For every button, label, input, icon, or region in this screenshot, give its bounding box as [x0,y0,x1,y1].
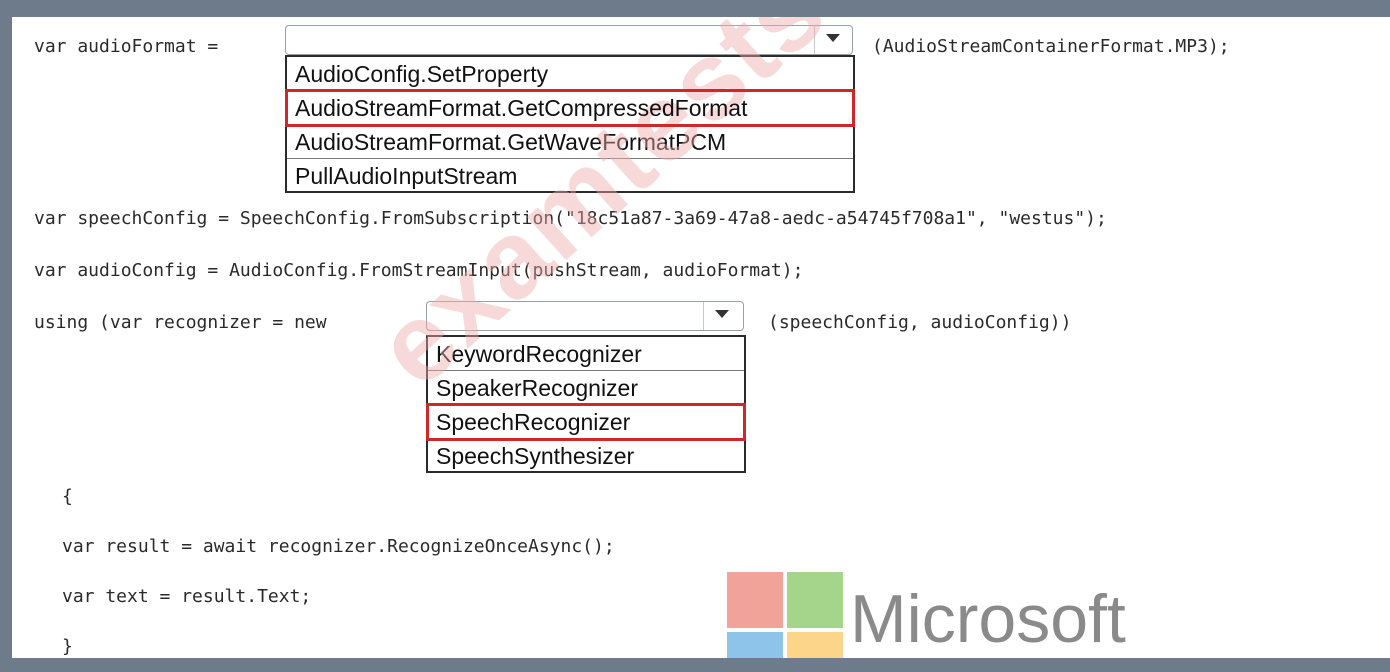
code-using-suffix: (speechConfig, audioConfig)) [768,312,1072,333]
code-result-line: var result = await recognizer.RecognizeO… [62,536,615,557]
dropdown-option[interactable]: AudioConfig.SetProperty [287,57,853,91]
logo-square-red [727,572,783,628]
audio-format-options-list: AudioConfig.SetProperty AudioStreamFormat… [285,55,855,193]
recognizer-options-list: KeywordRecognizer SpeakerRecognizer Speech… [426,335,746,473]
code-speech-config: var speechConfig = SpeechConfig.FromSubs… [34,208,1107,229]
audio-format-dropdown[interactable] [285,25,853,55]
code-using-prefix: using (var recognizer = new [34,312,327,333]
code-close-brace: } [62,636,73,657]
dropdown-option[interactable]: SpeechRecognizer [426,403,746,441]
code-audio-config: var audioConfig = AudioConfig.FromStream… [34,260,804,281]
chevron-down-icon[interactable] [826,34,840,42]
dropdown-separator [814,26,815,54]
dropdown-option[interactable]: AudioStreamFormat.GetCompressedFormat [285,89,855,127]
logo-square-blue [727,632,783,658]
code-audio-format-suffix: (AudioStreamContainerFormat.MP3); [872,36,1230,57]
dropdown-option[interactable]: SpeechSynthesizer [428,439,744,473]
dropdown-separator [703,302,704,330]
code-audio-format-prefix: var audioFormat = [34,36,219,57]
dropdown-option[interactable]: SpeakerRecognizer [428,371,744,405]
logo-square-green [787,572,843,628]
chevron-down-icon[interactable] [715,310,729,318]
question-panel: var audioFormat = (AudioStreamContainerF… [12,17,1390,658]
code-text-line: var text = result.Text; [62,586,312,607]
dropdown-option[interactable]: PullAudioInputStream [287,159,853,193]
recognizer-dropdown[interactable] [426,301,744,331]
dropdown-option[interactable]: AudioStreamFormat.GetWaveFormatPCM [287,125,853,159]
microsoft-wordmark: Microsoft [850,581,1126,657]
dropdown-option[interactable]: KeywordRecognizer [428,337,744,371]
code-open-brace: { [62,486,73,507]
logo-square-yellow [787,632,843,658]
